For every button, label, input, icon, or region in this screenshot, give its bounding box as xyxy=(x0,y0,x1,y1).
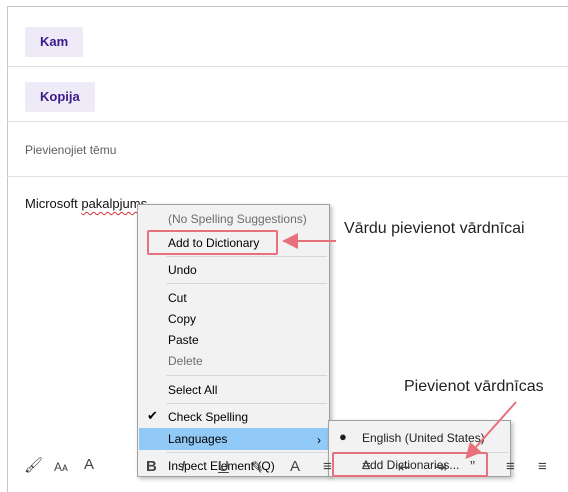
italic-icon[interactable]: I xyxy=(181,458,185,475)
align-center-icon[interactable]: ≡ xyxy=(538,458,547,475)
font-color-grow-icon[interactable]: A xyxy=(84,456,94,473)
font-color-icon[interactable]: A xyxy=(290,458,300,475)
numbering-icon[interactable]: ≡ xyxy=(362,458,371,475)
align-left-icon[interactable]: ≡ xyxy=(506,458,515,475)
underline-icon[interactable]: U xyxy=(218,458,229,475)
bullets-icon[interactable]: ≡ xyxy=(323,458,332,475)
highlight-icon[interactable]: ✎ xyxy=(251,458,264,476)
callout-add-dictionaries: Pievienot vārdnīcas xyxy=(404,378,544,395)
increase-indent-icon[interactable]: ⇥ xyxy=(434,458,447,476)
callout-add-word: Vārdu pievienot vārdnīcai xyxy=(344,220,525,237)
decrease-indent-icon[interactable]: ⇤ xyxy=(398,458,411,476)
callout-arrows xyxy=(282,233,517,459)
bold-icon[interactable]: B xyxy=(146,458,157,475)
format-painter-icon[interactable]: 🖌 xyxy=(24,456,43,474)
font-size-icon[interactable]: Aᴀ xyxy=(54,460,68,474)
quote-icon[interactable]: ” xyxy=(470,458,475,475)
